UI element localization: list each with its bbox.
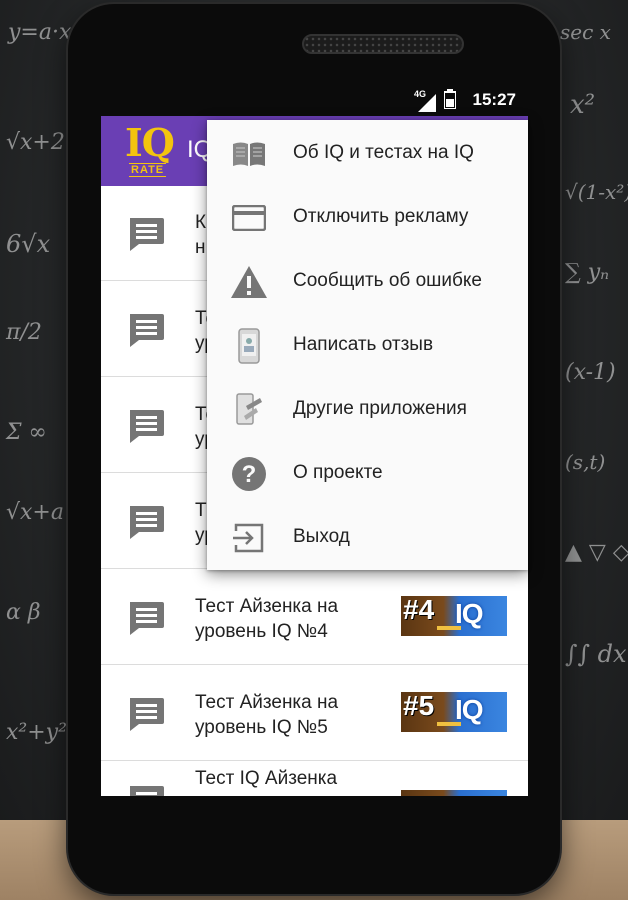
chat-icon: [127, 784, 165, 796]
menu-item-7[interactable]: Выход: [207, 506, 528, 570]
battery-icon: [443, 89, 457, 114]
overflow-menu: Об IQ и тестах на IQ Отключить рекламу Соо…: [207, 120, 528, 570]
menu-item-label: Выход: [293, 526, 350, 547]
chat-icon: [127, 312, 165, 348]
menu-item-label: Написать отзыв: [293, 334, 434, 355]
network-type: 4G: [414, 88, 427, 99]
book-icon: [229, 136, 269, 172]
test-thumbnail: #5 IQ: [401, 692, 507, 732]
exit-icon: [229, 520, 269, 556]
chat-icon: [127, 408, 165, 444]
card-icon: [229, 200, 269, 236]
menu-item-6[interactable]: ? О проекте: [207, 442, 528, 506]
earpiece-speaker: [302, 34, 464, 54]
logo-text: IQ: [125, 120, 175, 165]
list-item-title: Тест Айзенка на уровень IQ №5: [195, 692, 339, 738]
chat-icon: [127, 600, 165, 636]
menu-item-label: О проекте: [293, 462, 383, 483]
menu-item-label: Сообщить об ошибке: [293, 270, 482, 291]
test-thumbnail: #4 IQ: [401, 596, 507, 636]
help-icon: ?: [229, 456, 269, 492]
menu-item-label: Об IQ и тестах на IQ: [293, 142, 474, 163]
apps-icon: [229, 392, 269, 428]
menu-item-label: Другие приложения: [293, 398, 467, 419]
status-bar: 4G 15:27: [101, 86, 528, 116]
logo-subtext: RATE: [129, 163, 167, 177]
chat-icon: [127, 504, 165, 540]
list-item-title: Тест IQ Айзенка: [195, 768, 338, 789]
menu-item-4[interactable]: Написать отзыв: [207, 314, 528, 378]
thumbnail-number: #4: [403, 596, 435, 625]
warning-icon: [229, 264, 269, 300]
phone-review-icon: [229, 328, 269, 364]
chat-icon: [127, 216, 165, 252]
app-logo: IQ RATE: [125, 120, 185, 180]
menu-item-3[interactable]: Сообщить об ошибке: [207, 250, 528, 314]
test-thumbnail: [401, 790, 507, 796]
thumbnail-iq: IQ: [455, 598, 484, 629]
list-item[interactable]: Тест Айзенка на уровень IQ №5 #5 IQ: [101, 666, 528, 761]
menu-item-1[interactable]: Об IQ и тестах на IQ: [207, 122, 528, 186]
menu-item-label: Отключить рекламу: [293, 206, 469, 227]
menu-item-2[interactable]: Отключить рекламу: [207, 186, 528, 250]
chat-icon: [127, 696, 165, 732]
list-item[interactable]: Тест Айзенка на уровень IQ №4 #4 IQ: [101, 570, 528, 665]
svg-text:?: ?: [242, 461, 257, 488]
thumbnail-iq: IQ: [455, 694, 484, 725]
menu-item-5[interactable]: Другие приложения: [207, 378, 528, 442]
signal-icon: 4G: [414, 88, 436, 112]
status-time: 15:27: [472, 90, 516, 109]
thumbnail-number: #5: [403, 692, 435, 721]
list-item[interactable]: Тест IQ Айзенка: [101, 762, 528, 796]
list-item-title: Тест Айзенка на уровень IQ №4: [195, 596, 339, 642]
